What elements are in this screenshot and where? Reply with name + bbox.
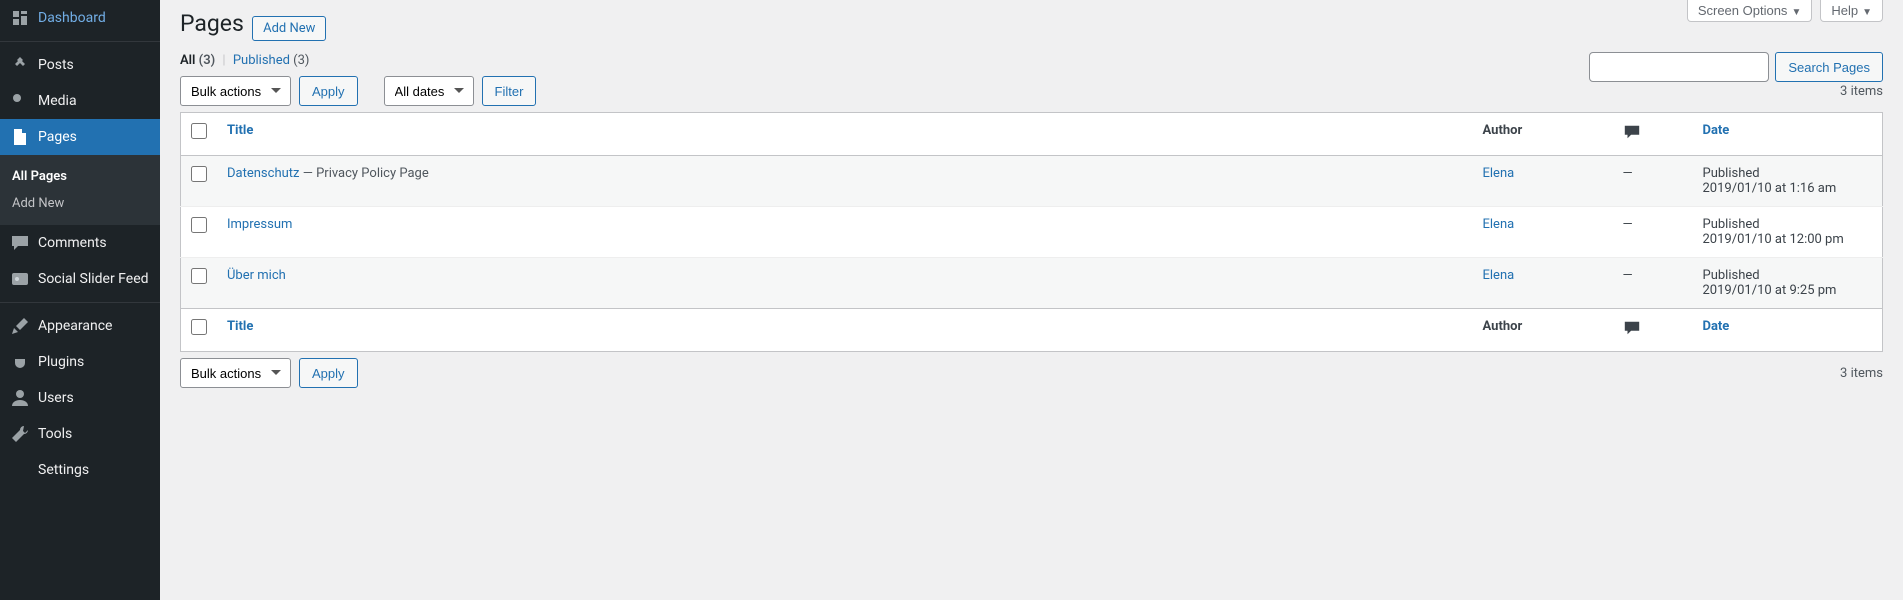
apply-button[interactable]: Apply <box>299 76 358 106</box>
column-comments[interactable] <box>1613 113 1693 156</box>
top-bar: Screen Options▼ Help▼ <box>1687 0 1883 22</box>
row-title-suffix: — Privacy Policy Page <box>299 166 428 181</box>
wrench-icon <box>10 424 30 444</box>
sidebar-item-social-slider-feed[interactable]: Social Slider Feed <box>0 261 160 297</box>
comment-bubble-icon <box>1623 123 1641 141</box>
select-all-checkbox-top[interactable] <box>191 123 207 139</box>
gear-icon <box>10 460 30 480</box>
row-title-link[interactable]: Datenschutz <box>227 166 299 181</box>
search-input[interactable] <box>1589 52 1769 82</box>
chevron-down-icon: ▼ <box>1791 7 1801 18</box>
submenu-item-add-new[interactable]: Add New <box>0 190 160 217</box>
column-author: Author <box>1473 113 1613 156</box>
dashboard-icon <box>10 8 30 28</box>
table-row: Impressum Elena — Published2019/01/10 at… <box>181 207 1883 258</box>
filter-all[interactable]: All (3) <box>180 53 215 68</box>
select-all-checkbox-bottom[interactable] <box>191 319 207 335</box>
row-date: Published2019/01/10 at 12:00 pm <box>1693 207 1883 258</box>
row-checkbox[interactable] <box>191 217 207 233</box>
sidebar-item-label: Dashboard <box>38 10 106 26</box>
row-date: Published2019/01/10 at 1:16 am <box>1693 156 1883 207</box>
sidebar-item-label: Settings <box>38 462 89 478</box>
row-comments: — <box>1613 156 1693 207</box>
sidebar-item-users[interactable]: Users <box>0 380 160 416</box>
sidebar-item-label: Media <box>38 93 77 109</box>
column-date-foot[interactable]: Date <box>1703 319 1730 334</box>
sidebar-item-plugins[interactable]: Plugins <box>0 344 160 380</box>
sidebar-item-label: Comments <box>38 235 107 251</box>
screen-options-button[interactable]: Screen Options▼ <box>1687 0 1813 22</box>
row-title-link[interactable]: Über mich <box>227 268 286 283</box>
sidebar-item-label: Posts <box>38 57 74 73</box>
sidebar-item-media[interactable]: Media <box>0 83 160 119</box>
sidebar-item-settings[interactable]: Settings <box>0 452 160 488</box>
tablenav-bottom: Bulk actions Apply 3 items <box>180 358 1883 388</box>
sidebar-submenu-pages: All Pages Add New <box>0 155 160 225</box>
sidebar-item-posts[interactable]: Posts <box>0 47 160 83</box>
page-icon <box>10 127 30 147</box>
sidebar-item-label: Plugins <box>38 354 84 370</box>
row-checkbox[interactable] <box>191 268 207 284</box>
column-title-foot[interactable]: Title <box>227 319 253 334</box>
help-button[interactable]: Help▼ <box>1820 0 1883 22</box>
feed-icon <box>10 269 30 289</box>
bulk-actions-select-bottom[interactable]: Bulk actions <box>180 358 291 388</box>
chevron-down-icon: ▼ <box>1862 7 1872 18</box>
search-button[interactable]: Search Pages <box>1775 52 1883 82</box>
admin-sidebar: Dashboard Posts Media Pages All Pages Ad… <box>0 0 160 600</box>
sidebar-item-label: Pages <box>38 129 77 145</box>
plug-icon <box>10 352 30 372</box>
page-title: Pages <box>180 10 244 37</box>
apply-button-bottom[interactable]: Apply <box>299 358 358 388</box>
table-row: Datenschutz — Privacy Policy Page Elena … <box>181 156 1883 207</box>
main-content: Pages Add New All (3) | Published (3) Se… <box>160 0 1903 414</box>
bulk-actions-select[interactable]: Bulk actions <box>180 76 291 106</box>
row-date: Published2019/01/10 at 9:25 pm <box>1693 258 1883 309</box>
row-author-link[interactable]: Elena <box>1483 166 1515 181</box>
pages-table: Title Author Date Datenschutz — Privacy … <box>180 112 1883 352</box>
column-author-foot: Author <box>1473 309 1613 352</box>
row-comments: — <box>1613 258 1693 309</box>
column-comments-foot[interactable] <box>1613 309 1693 352</box>
row-author-link[interactable]: Elena <box>1483 268 1515 283</box>
sidebar-item-comments[interactable]: Comments <box>0 225 160 261</box>
sidebar-item-label: Appearance <box>38 318 112 334</box>
brush-icon <box>10 316 30 336</box>
filter-button[interactable]: Filter <box>482 76 537 106</box>
filter-published[interactable]: Published (3) <box>233 53 310 68</box>
sidebar-item-appearance[interactable]: Appearance <box>0 308 160 344</box>
user-icon <box>10 388 30 408</box>
add-new-button[interactable]: Add New <box>252 16 326 41</box>
table-row: Über mich Elena — Published2019/01/10 at… <box>181 258 1883 309</box>
search-box: Search Pages <box>1589 52 1883 82</box>
comment-bubble-icon <box>1623 319 1641 337</box>
sidebar-item-pages[interactable]: Pages <box>0 119 160 155</box>
row-title-link[interactable]: Impressum <box>227 217 292 232</box>
sidebar-item-label: Tools <box>38 426 72 442</box>
row-comments: — <box>1613 207 1693 258</box>
row-checkbox[interactable] <box>191 166 207 182</box>
comment-icon <box>10 233 30 253</box>
sidebar-item-label: Users <box>38 390 74 406</box>
row-author-link[interactable]: Elena <box>1483 217 1515 232</box>
sidebar-item-label: Social Slider Feed <box>38 271 149 287</box>
pin-icon <box>10 55 30 75</box>
column-title[interactable]: Title <box>227 123 253 138</box>
submenu-item-all-pages[interactable]: All Pages <box>0 163 160 190</box>
date-filter-select[interactable]: All dates <box>384 76 474 106</box>
sidebar-item-tools[interactable]: Tools <box>0 416 160 452</box>
sidebar-item-dashboard[interactable]: Dashboard <box>0 0 160 36</box>
column-date[interactable]: Date <box>1703 123 1730 138</box>
items-count-top: 3 items <box>1840 84 1883 99</box>
media-icon <box>10 91 30 111</box>
items-count-bottom: 3 items <box>1840 366 1883 381</box>
